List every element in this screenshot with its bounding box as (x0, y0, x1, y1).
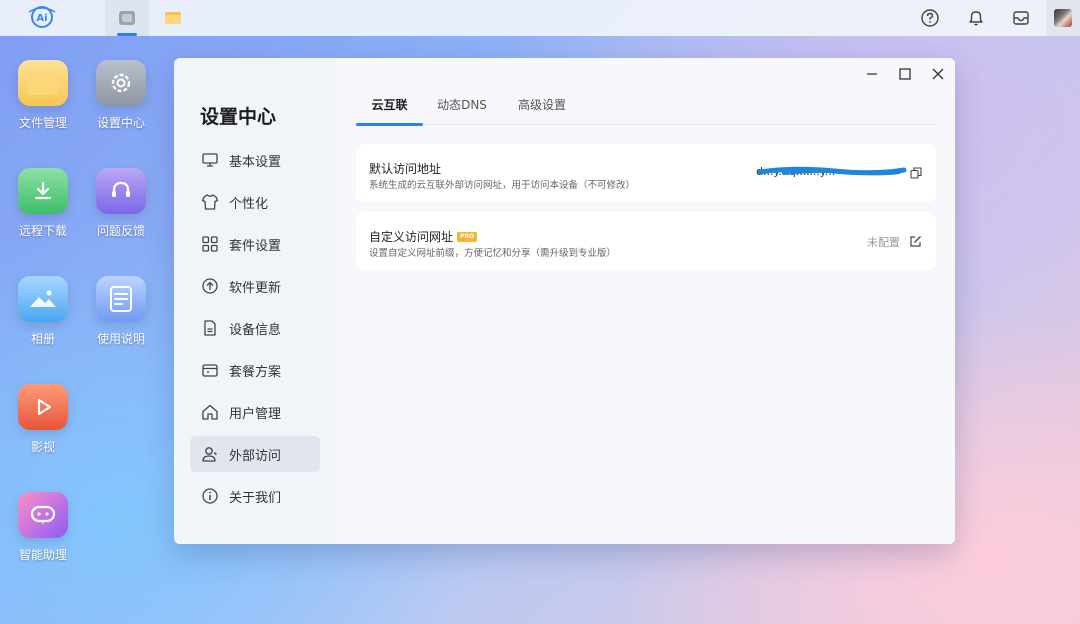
sidebar-item-label: 套餐方案 (229, 364, 282, 380)
settings-content: 云互联 动态DNS 高级设置 默认访问地址 系统生成的云互联外部访问网址，用于访… (337, 58, 955, 544)
desktop-icon-label: 问题反馈 (96, 224, 145, 238)
redaction-scribble (757, 166, 907, 176)
desktop-icon-label: 相册 (30, 332, 55, 346)
custom-address-title: 自定义访问网址 PRO (369, 228, 478, 245)
default-address-card: 默认访问地址 系统生成的云互联外部访问网址，用于访问本设备（不可修改） d...… (356, 144, 936, 202)
folder-app-icon (165, 12, 181, 24)
sidebar-item-about-us[interactable]: 关于我们 (190, 478, 320, 514)
gear-icon (96, 60, 146, 106)
sidebar-item-label: 外部访问 (229, 448, 282, 464)
desktop-icon-label: 设置中心 (96, 116, 145, 130)
package-icon (202, 364, 218, 377)
desktop-icon-settings[interactable]: 设置中心 (86, 60, 156, 131)
desktop-icon-assistant[interactable]: 智能助理 (8, 492, 78, 563)
sidebar-item-label: 基本设置 (229, 154, 282, 170)
copy-icon[interactable] (910, 167, 922, 179)
tab-bar: 云互联 动态DNS 高级设置 (356, 96, 936, 126)
sidebar-title: 设置中心 (200, 106, 277, 128)
pro-badge: PRO (457, 231, 478, 242)
desktop-icon-label: 智能助理 (18, 548, 67, 562)
sidebar-item-label: 关于我们 (229, 490, 282, 506)
sidebar-item-basic-settings[interactable]: 基本设置 (190, 142, 320, 178)
taskbar-folder-tab[interactable] (151, 0, 195, 36)
home-icon (202, 404, 218, 420)
tab-advanced-settings[interactable]: 高级设置 (509, 96, 575, 125)
inbox-icon[interactable] (1010, 7, 1032, 29)
default-address-desc: 系统生成的云互联外部访问网址，用于访问本设备（不可修改） (369, 180, 636, 191)
desktop-icon-feedback[interactable]: 问题反馈 (86, 168, 156, 239)
sidebar-item-label: 软件更新 (229, 280, 282, 296)
custom-address-card: 自定义访问网址 PRO 设置自定义网址前缀，方便记忆和分享（需升级到专业版） 未… (356, 212, 936, 270)
default-address-title: 默认访问地址 (369, 162, 442, 176)
edit-icon[interactable] (909, 235, 922, 248)
folder-icon (18, 60, 68, 106)
custom-address-status: 未配置 (867, 236, 900, 249)
sidebar-item-label: 设备信息 (229, 322, 282, 338)
settings-sidebar: 设置中心 基本设置 个性化 套件设置 软件更新 设备信息 套餐方案 用户管理 外… (174, 58, 337, 544)
ai-logo-icon[interactable]: Ai (25, 4, 59, 30)
user-icon (202, 447, 217, 462)
desktop-icon-video[interactable]: 影视 (8, 384, 78, 455)
desktop-icon-label: 文件管理 (18, 116, 67, 130)
close-button[interactable] (928, 64, 948, 84)
sidebar-item-user-management[interactable]: 用户管理 (190, 394, 320, 430)
top-bar: Ai (0, 0, 1080, 36)
sidebar-item-label: 套件设置 (229, 238, 282, 254)
desktop-icon-label: 使用说明 (96, 332, 145, 346)
tab-cloud-connect[interactable]: 云互联 (356, 96, 423, 126)
sidebar-item-label: 用户管理 (229, 406, 282, 422)
sidebar-item-software-update[interactable]: 软件更新 (190, 268, 320, 304)
desktop-icon-manual[interactable]: 使用说明 (86, 276, 156, 347)
maximize-icon (899, 68, 911, 80)
file-icon (204, 320, 216, 336)
minimize-button[interactable] (862, 64, 882, 84)
sidebar-item-external-access[interactable]: 外部访问 (190, 436, 320, 472)
bell-icon[interactable] (965, 7, 987, 29)
settings-app-icon (119, 11, 135, 25)
photo-icon (18, 276, 68, 322)
sidebar-item-device-info[interactable]: 设备信息 (190, 310, 320, 346)
sidebar-item-label: 个性化 (229, 196, 269, 212)
svg-text:Ai: Ai (36, 13, 47, 24)
document-icon (96, 276, 146, 322)
info-icon (202, 488, 218, 504)
taskbar-settings-tab[interactable] (105, 0, 149, 36)
desktop-icon-label: 影视 (30, 440, 55, 454)
close-icon (932, 68, 944, 80)
maximize-button[interactable] (895, 64, 915, 84)
sidebar-item-suite-settings[interactable]: 套件设置 (190, 226, 320, 262)
shirt-icon (201, 194, 219, 210)
desktop-icon-label: 远程下载 (18, 224, 67, 238)
desktop-icon-remote-download[interactable]: 远程下载 (8, 168, 78, 239)
headset-icon (96, 168, 146, 214)
desktop-icon-files[interactable]: 文件管理 (8, 60, 78, 131)
settings-window: 设置中心 基本设置 个性化 套件设置 软件更新 设备信息 套餐方案 用户管理 外… (174, 58, 955, 544)
user-avatar-image (1054, 9, 1072, 27)
avatar[interactable] (1046, 0, 1080, 36)
play-icon (18, 384, 68, 430)
monitor-icon (202, 153, 218, 167)
minimize-icon (867, 73, 877, 75)
sidebar-item-personalization[interactable]: 个性化 (190, 184, 320, 220)
download-icon (18, 168, 68, 214)
custom-address-desc: 设置自定义网址前缀，方便记忆和分享（需升级到专业版） (369, 248, 617, 259)
arrow-up-circle-icon (202, 278, 218, 294)
help-icon[interactable] (919, 7, 941, 29)
sidebar-item-plans[interactable]: 套餐方案 (190, 352, 320, 388)
desktop-icon-album[interactable]: 相册 (8, 276, 78, 347)
chat-bot-icon (18, 492, 68, 538)
grid-icon (202, 236, 218, 252)
tab-dynamic-dns[interactable]: 动态DNS (429, 96, 495, 125)
